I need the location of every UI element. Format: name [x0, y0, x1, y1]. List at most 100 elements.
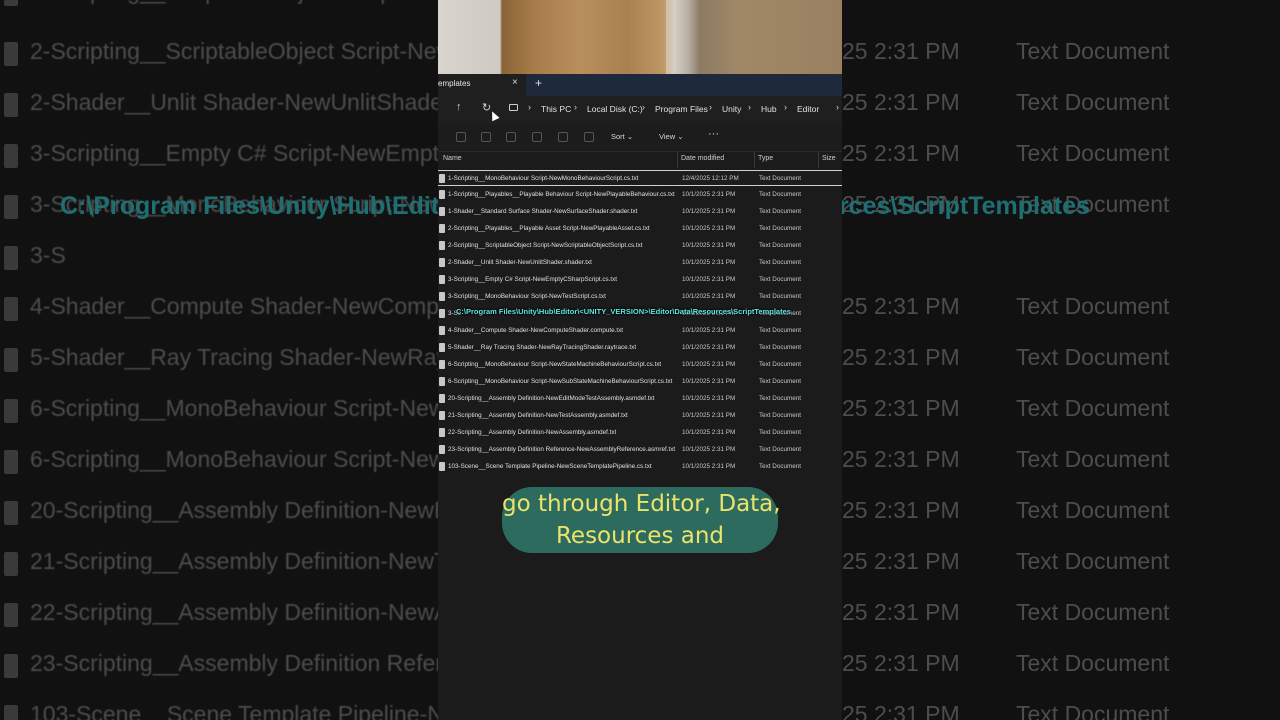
file-row[interactable]: 20-Scripting__Assembly Definition-NewEdi…: [438, 391, 842, 407]
up-arrow-icon[interactable]: ↑: [456, 101, 462, 113]
close-icon[interactable]: ×: [512, 77, 518, 88]
bg-row-date: 25 2:31 PM: [842, 497, 960, 523]
file-date: 10/1/2025 2:31 PM: [682, 463, 736, 470]
file-date: 10/1/2025 2:31 PM: [682, 225, 736, 232]
doc-icon: [4, 246, 18, 270]
file-type: Text Document: [759, 395, 801, 402]
bg-row-type: Text Document: [1016, 344, 1170, 370]
file-row[interactable]: 1-Shader__Standard Surface Shader-NewSur…: [438, 204, 842, 220]
text-file-icon: [439, 207, 445, 216]
file-row[interactable]: 4-Shader__Compute Shader-NewComputeShade…: [438, 323, 842, 339]
rename-icon[interactable]: [532, 132, 542, 142]
file-date: 10/1/2025 2:31 PM: [682, 361, 736, 368]
breadcrumb-item[interactable]: Hub: [761, 104, 777, 114]
doc-icon: [4, 603, 18, 627]
mouse-cursor-icon: [488, 109, 500, 122]
address-bar: ↑ ↻ › › › › › › › This PC Local Disk (C:) Program…: [438, 96, 842, 124]
file-row[interactable]: 5-Shader__Ray Tracing Shader-NewRayTraci…: [438, 340, 842, 356]
column-type[interactable]: Type: [758, 155, 773, 162]
sort-button[interactable]: Sort ⌄: [611, 132, 633, 141]
cut-icon[interactable]: [456, 132, 466, 142]
delete-icon[interactable]: [584, 132, 594, 142]
file-row[interactable]: 2-Scripting__Playables__Playable Asset S…: [438, 221, 842, 237]
bg-row-type: Text Document: [1016, 38, 1170, 64]
file-type: Text Document: [759, 208, 801, 215]
column-size[interactable]: Size: [822, 155, 836, 162]
breadcrumb-item[interactable]: Local Disk (C:): [587, 104, 643, 114]
bg-row-name: 103-Scene__Scene Template Pipeline-NewSc: [30, 701, 501, 720]
doc-icon: [4, 144, 18, 168]
paste-icon[interactable]: [506, 132, 516, 142]
bg-row-date: 25 2:31 PM: [842, 344, 960, 370]
file-name: 1-Scripting__MonoBehaviour Script-NewMon…: [448, 175, 639, 182]
file-type: Text Document: [759, 259, 801, 266]
file-row[interactable]: 6-Scripting__MonoBehaviour Script-NewSub…: [438, 374, 842, 390]
file-row[interactable]: 2-Scripting__ScriptableObject Script-New…: [438, 238, 842, 254]
file-row[interactable]: 103-Scene__Scene Template Pipeline-NewSc…: [438, 459, 842, 475]
file-row[interactable]: 21-Scripting__Assembly Definition-NewTes…: [438, 408, 842, 424]
bg-row-date: 25 2:31 PM: [842, 599, 960, 625]
column-divider[interactable]: [677, 152, 678, 168]
screen-recording: emplates × + ↑ ↻ › › › › › › › This PC Local Dis…: [438, 0, 842, 720]
chevron-right-icon: ›: [784, 102, 787, 112]
column-date-modified[interactable]: Date modified: [681, 155, 724, 162]
file-row[interactable]: 3-Scripting__Empty C# Script-NewEmptyCSh…: [438, 272, 842, 288]
file-row[interactable]: 6-Scripting__MonoBehaviour Script-NewSta…: [438, 357, 842, 373]
text-file-icon: [439, 258, 445, 267]
text-file-icon: [439, 411, 445, 420]
breadcrumb-item[interactable]: This PC: [541, 104, 571, 114]
tab-script-templates[interactable]: emplates ×: [438, 74, 526, 96]
breadcrumb-item[interactable]: Unity: [722, 104, 741, 114]
file-name: 1-Scripting__Playables__Playable Behavio…: [448, 191, 675, 198]
file-date: 10/1/2025 2:31 PM: [682, 259, 736, 266]
share-icon[interactable]: [558, 132, 568, 142]
file-type: Text Document: [759, 463, 801, 470]
breadcrumb-item[interactable]: Program Files: [655, 104, 708, 114]
file-row[interactable]: 1-Scripting__MonoBehaviour Script-NewMon…: [438, 170, 842, 186]
bg-row-name: 2-Scripting__ScriptableObject Script-New…: [30, 38, 493, 64]
subtitle-caption: go through Editor, Data, Resources and: [502, 487, 781, 553]
new-tab-button[interactable]: +: [535, 76, 542, 90]
bg-row-name: 6-Scripting__MonoBehaviour Script-NewSub…: [30, 446, 502, 472]
file-row[interactable]: 1-Scripting__Playables__Playable Behavio…: [438, 187, 842, 203]
file-row[interactable]: 22-Scripting__Assembly Definition-NewAss…: [438, 425, 842, 441]
chevron-right-icon: ›: [709, 102, 712, 112]
doc-icon: [4, 348, 18, 372]
column-divider[interactable]: [818, 152, 819, 168]
bg-row-date: 25 2:31 PM: [842, 140, 960, 166]
file-row[interactable]: 3-Scripting__MonoBehaviour Script-NewTes…: [438, 289, 842, 305]
file-type: Text Document: [759, 191, 801, 198]
column-divider[interactable]: [754, 152, 755, 168]
file-date: 10/1/2025 2:31 PM: [682, 412, 736, 419]
caption-line-2: Resources and: [555, 523, 725, 549]
file-date: 10/1/2025 2:31 PM: [682, 446, 736, 453]
text-file-icon: [439, 377, 445, 386]
bg-row-type: Text Document: [1016, 548, 1170, 574]
bg-row-type: Text Document: [1016, 599, 1170, 625]
bg-row-type: Text Document: [1016, 293, 1170, 319]
text-file-icon: [439, 462, 445, 471]
file-type: Text Document: [759, 361, 801, 368]
file-row[interactable]: 23-Scripting__Assembly Definition Refere…: [438, 442, 842, 458]
more-options-button[interactable]: ···: [708, 128, 719, 140]
column-name[interactable]: Name: [443, 155, 462, 162]
copy-icon[interactable]: [481, 132, 491, 142]
file-name: 6-Scripting__MonoBehaviour Script-NewSta…: [448, 361, 662, 368]
file-type: Text Document: [759, 378, 801, 385]
view-button[interactable]: View ⌄: [659, 132, 684, 141]
text-file-icon: [439, 343, 445, 352]
file-row[interactable]: 2-Shader__Unlit Shader-NewUnlitShader.sh…: [438, 255, 842, 271]
bg-row-date: 25 2:31 PM: [842, 701, 960, 720]
breadcrumb-item[interactable]: Editor: [797, 104, 819, 114]
text-file-icon: [439, 224, 445, 233]
text-file-icon: [439, 445, 445, 454]
file-date: 10/1/2025 2:31 PM: [682, 276, 736, 283]
file-date: 10/1/2025 2:31 PM: [682, 395, 736, 402]
doc-icon: [4, 297, 18, 321]
bg-row-name: 4-Shader__Compute Shader-NewComputeSh: [30, 293, 500, 319]
chevron-right-icon: ›: [528, 102, 531, 112]
column-header: Name Date modified Type Size: [438, 152, 842, 168]
doc-icon: [4, 195, 18, 219]
file-name: 22-Scripting__Assembly Definition-NewAss…: [448, 429, 617, 436]
doc-icon: [4, 705, 18, 720]
